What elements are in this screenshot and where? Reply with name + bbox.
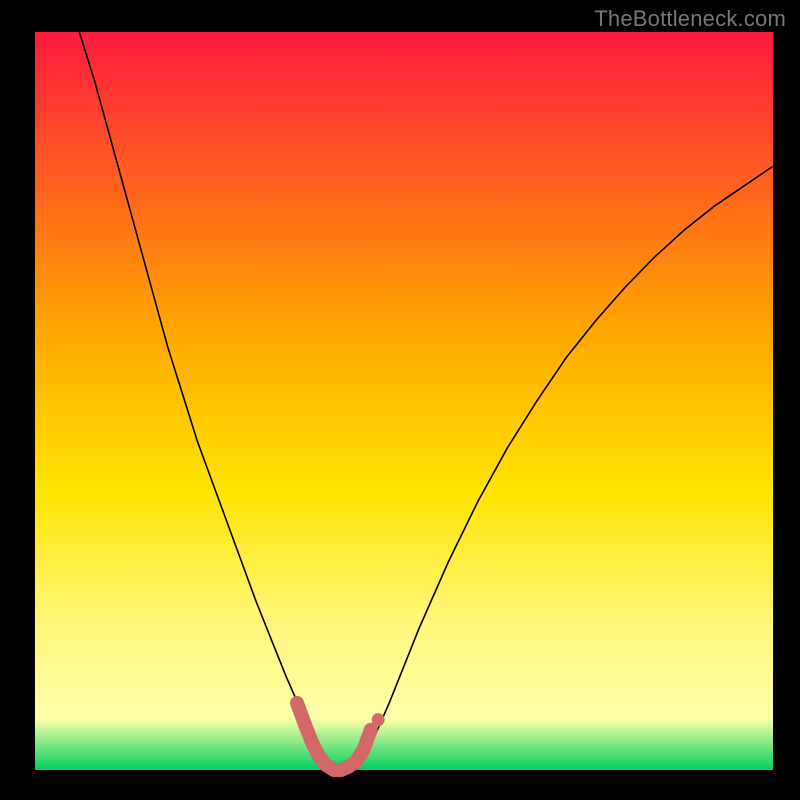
plot-background: [35, 32, 773, 770]
bottleneck-chart: [0, 0, 800, 800]
marker-dot: [372, 713, 385, 726]
chart-stage: TheBottleneck.com: [0, 0, 800, 800]
watermark-text: TheBottleneck.com: [594, 6, 786, 32]
